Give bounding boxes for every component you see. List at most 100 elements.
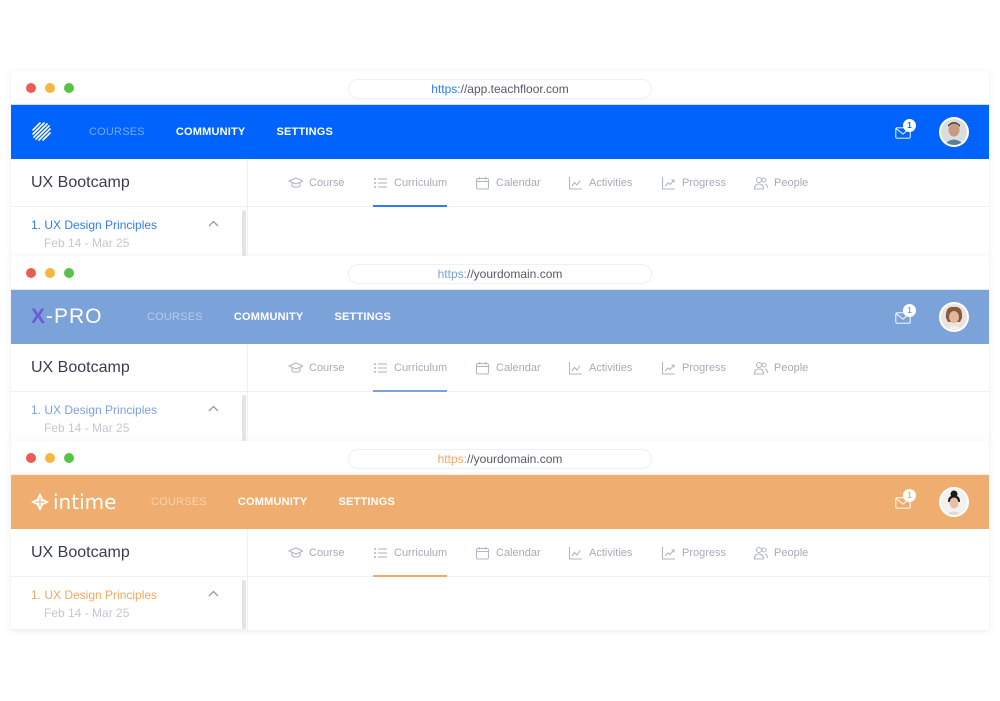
tab-progress[interactable]: Progress [661, 159, 726, 207]
tab-label: Calendar [496, 547, 541, 559]
tab-activities[interactable]: Activities [568, 529, 632, 577]
tab-people[interactable]: People [753, 159, 808, 207]
module-link[interactable]: 1. UX Design Principles [31, 218, 157, 232]
logo[interactable]: intime [31, 475, 116, 529]
nav-settings[interactable]: SETTINGS [276, 126, 333, 138]
user-avatar[interactable] [939, 302, 969, 332]
messages-button[interactable]: 1 [895, 489, 917, 511]
top-navbar: COURSES COMMUNITY SETTINGS 1 [11, 105, 989, 159]
female-user-avatar-icon [941, 489, 967, 515]
tab-label: Calendar [496, 362, 541, 374]
url-host: //app.teachfloor.com [460, 82, 569, 96]
notification-badge: 1 [903, 489, 916, 502]
main-nav: COURSES COMMUNITY SETTINGS [147, 290, 422, 344]
close-window-button[interactable] [26, 83, 36, 93]
top-navbar: intime COURSES COMMUNITY SETTINGS 1 [11, 475, 989, 529]
tab-label: Course [309, 362, 345, 374]
tab-label: Progress [682, 547, 727, 559]
tab-label: Calendar [496, 177, 541, 189]
address-bar[interactable]: https://app.teachfloor.com [348, 79, 652, 99]
maximize-window-button[interactable] [64, 83, 74, 93]
tab-label: Activities [589, 177, 633, 189]
tab-calendar[interactable]: Calendar [475, 344, 541, 392]
chevron-up-icon[interactable] [208, 405, 219, 412]
nav-community[interactable]: COMMUNITY [176, 126, 246, 138]
tab-course[interactable]: Course [288, 159, 344, 207]
tab-calendar[interactable]: Calendar [475, 529, 541, 577]
progress-chart-icon [661, 177, 675, 190]
tab-people[interactable]: People [753, 344, 808, 392]
course-title: UX Bootcamp [11, 159, 248, 207]
course-tabs: Course Curriculum Calendar Activities Progre… [248, 159, 989, 207]
minimize-window-button[interactable] [45, 268, 55, 278]
close-window-button[interactable] [26, 268, 36, 278]
tab-progress[interactable]: Progress [661, 529, 726, 577]
nav-courses[interactable]: COURSES [89, 126, 145, 138]
people-icon [753, 546, 768, 560]
tab-label: Activities [589, 547, 633, 559]
url-scheme: https: [437, 452, 467, 466]
list-icon [374, 548, 387, 558]
tab-calendar[interactable]: Calendar [475, 159, 541, 207]
top-navbar: X -PRO COURSES COMMUNITY SETTINGS 1 [11, 290, 989, 344]
tab-activities[interactable]: Activities [568, 159, 632, 207]
course-title: UX Bootcamp [11, 344, 248, 392]
minimize-window-button[interactable] [45, 453, 55, 463]
nav-courses[interactable]: COURSES [147, 311, 203, 323]
address-bar[interactable]: https://yourdomain.com [348, 264, 652, 284]
xpro-logo-mark: X [31, 305, 47, 328]
course-tabs: Course Curriculum Calendar Activities Progre… [248, 344, 989, 392]
logo[interactable] [31, 105, 53, 159]
logo[interactable]: X -PRO [31, 290, 103, 344]
tab-label: Curriculum [394, 547, 448, 559]
user-avatar[interactable] [939, 117, 969, 147]
calendar-icon [475, 177, 490, 190]
tab-curriculum[interactable]: Curriculum [373, 159, 448, 207]
notification-badge: 1 [903, 304, 916, 317]
tab-people[interactable]: People [753, 529, 808, 577]
nav-courses[interactable]: COURSES [151, 496, 207, 508]
active-tab-indicator [373, 575, 448, 577]
module-link[interactable]: 1. UX Design Principles [31, 588, 157, 602]
tab-course[interactable]: Course [288, 344, 344, 392]
module-link[interactable]: 1. UX Design Principles [31, 403, 157, 417]
messages-button[interactable]: 1 [895, 119, 917, 141]
tab-progress[interactable]: Progress [661, 344, 726, 392]
window-controls [26, 268, 74, 278]
sidebar-scrollbar[interactable] [242, 395, 246, 441]
browser-chrome: https://app.teachfloor.com [11, 71, 989, 105]
tab-label: Progress [682, 177, 727, 189]
activity-chart-icon [568, 547, 582, 560]
progress-chart-icon [661, 362, 675, 375]
maximize-window-button[interactable] [64, 453, 74, 463]
chevron-up-icon[interactable] [208, 220, 219, 227]
window-controls [26, 83, 74, 93]
nav-community[interactable]: COMMUNITY [234, 311, 304, 323]
tab-curriculum[interactable]: Curriculum [373, 344, 448, 392]
intime-logo-text: intime [53, 490, 117, 514]
active-tab-indicator [373, 205, 448, 207]
nav-settings[interactable]: SETTINGS [338, 496, 395, 508]
xpro-logo-text: -PRO [46, 305, 103, 328]
sidebar-scrollbar[interactable] [242, 580, 246, 629]
course-tabs: Course Curriculum Calendar Activities Progre… [248, 529, 989, 577]
messages-button[interactable]: 1 [895, 304, 917, 326]
close-window-button[interactable] [26, 453, 36, 463]
nav-settings[interactable]: SETTINGS [334, 311, 391, 323]
user-avatar[interactable] [939, 487, 969, 517]
browser-chrome: https://yourdomain.com [11, 256, 989, 290]
tab-label: People [774, 547, 809, 559]
nav-community[interactable]: COMMUNITY [238, 496, 308, 508]
sidebar-scrollbar[interactable] [242, 210, 246, 256]
course-content: UX Bootcamp Course Curriculum Calendar Acti… [11, 529, 989, 630]
tab-activities[interactable]: Activities [568, 344, 632, 392]
maximize-window-button[interactable] [64, 268, 74, 278]
tab-course[interactable]: Course [288, 529, 344, 577]
active-tab-indicator [373, 390, 448, 392]
address-bar[interactable]: https://yourdomain.com [348, 449, 652, 469]
tab-label: Course [309, 177, 345, 189]
chevron-up-icon[interactable] [208, 590, 219, 597]
course-content: UX Bootcamp Course Curriculum Calendar Acti… [11, 344, 989, 441]
tab-curriculum[interactable]: Curriculum [373, 529, 448, 577]
minimize-window-button[interactable] [45, 83, 55, 93]
